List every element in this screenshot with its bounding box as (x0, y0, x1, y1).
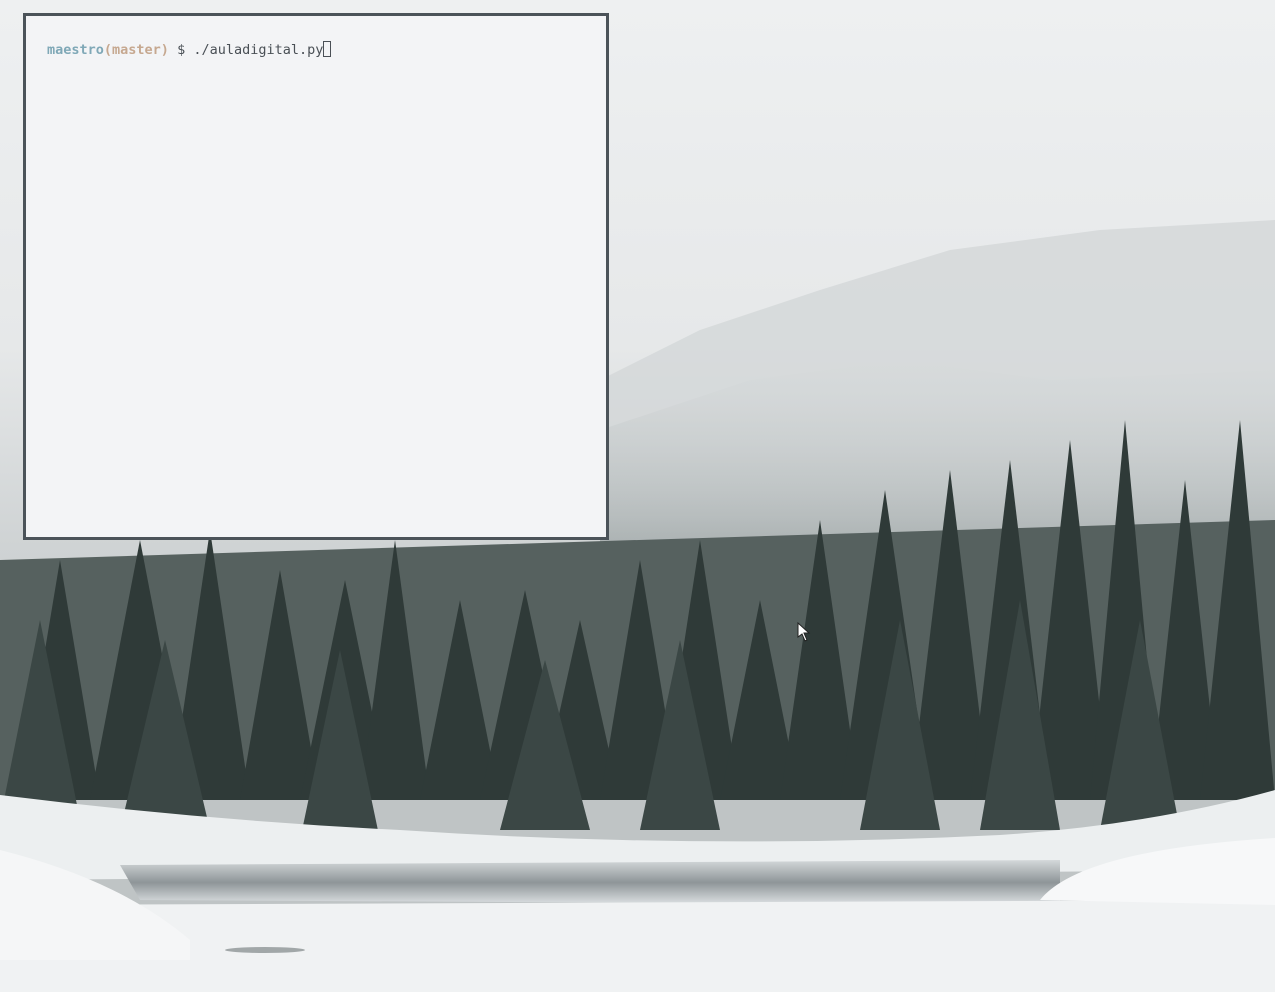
terminal-content[interactable]: maestro(master) $ ./auladigital.py (47, 40, 332, 60)
text-cursor (323, 41, 332, 57)
prompt-symbol: $ (168, 42, 194, 58)
command-input[interactable]: ./auladigital.py (193, 42, 323, 58)
prompt-branch: (master) (103, 42, 169, 58)
terminal-window[interactable]: maestro(master) $ ./auladigital.py (23, 13, 609, 540)
prompt-user: maestro (47, 42, 104, 58)
desktop[interactable]: maestro(master) $ ./auladigital.py (0, 0, 1275, 992)
mouse-pointer-icon (797, 622, 811, 642)
